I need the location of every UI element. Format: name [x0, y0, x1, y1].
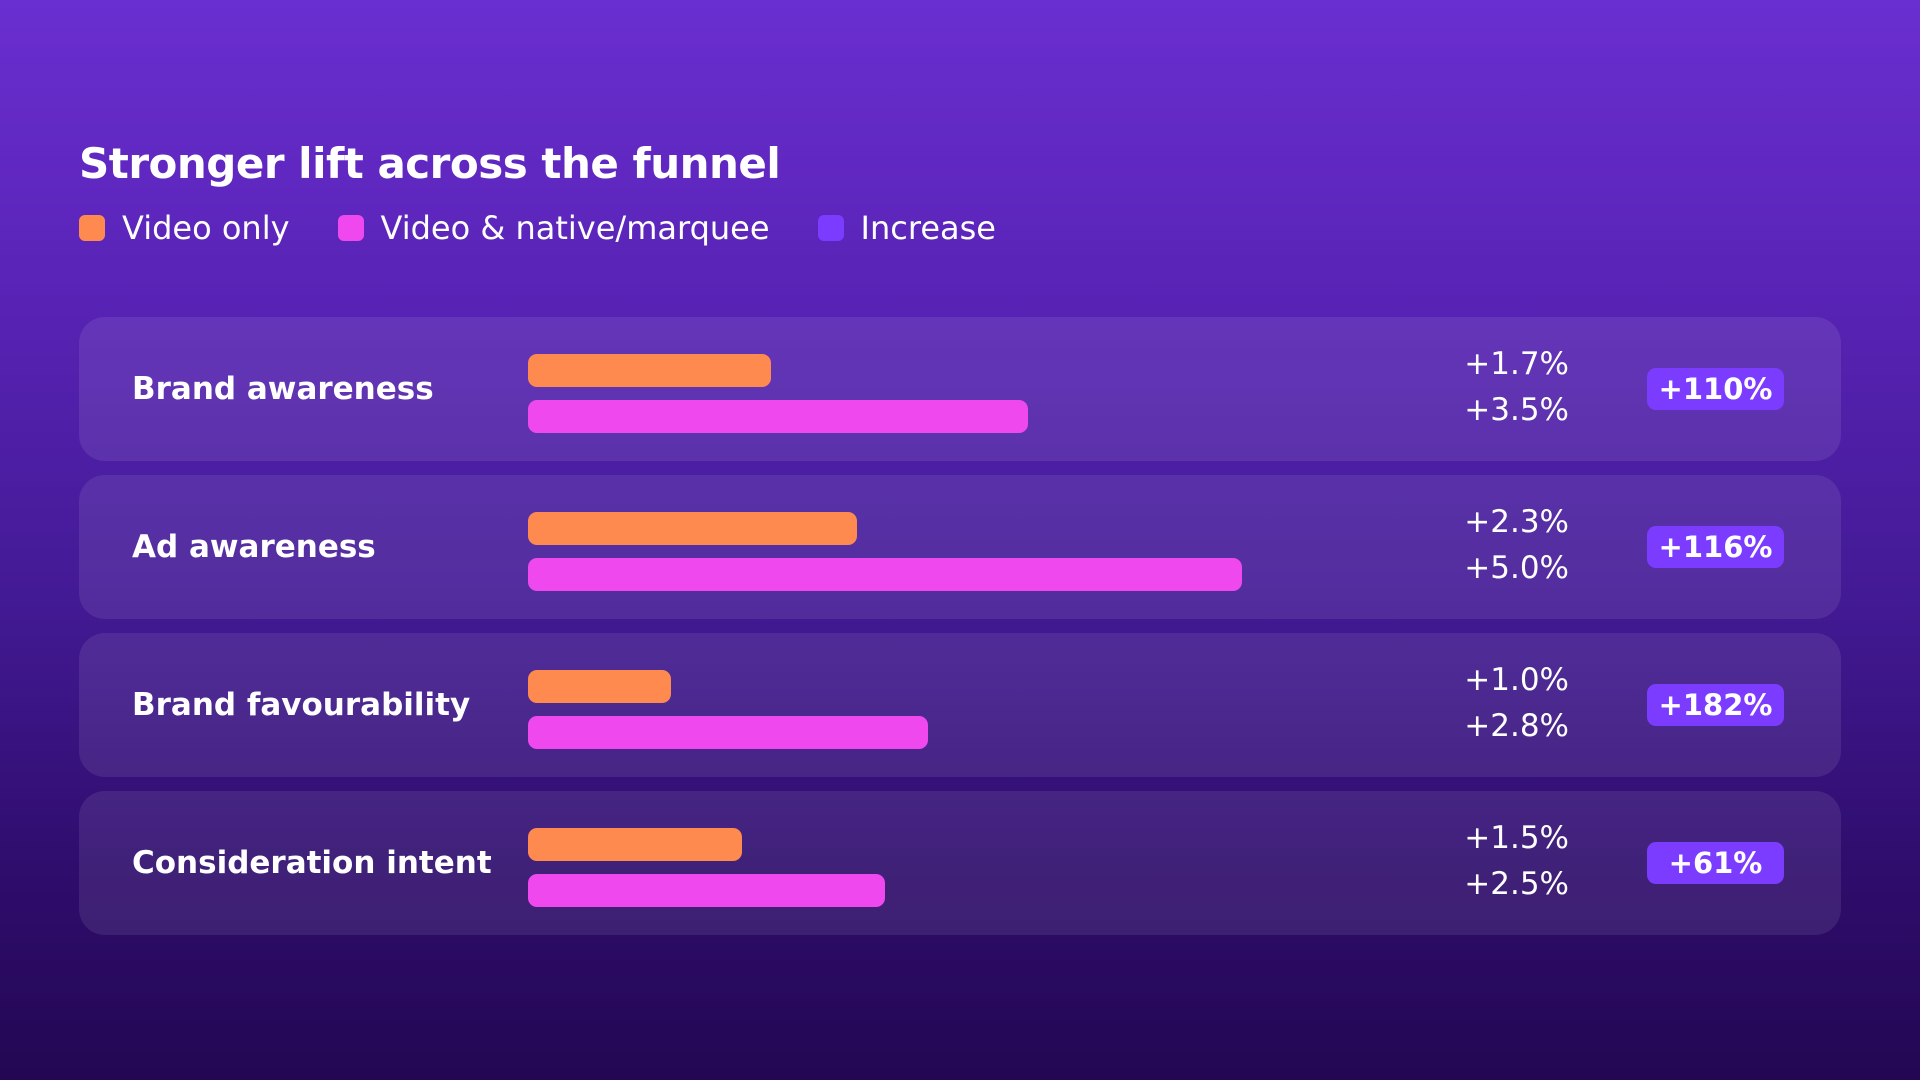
- category-label: Brand favourability: [132, 687, 471, 723]
- legend-swatch-increase: [817, 215, 844, 241]
- increase-badge: +61%: [1647, 842, 1784, 884]
- legend-label-video-only: Video only: [122, 209, 290, 247]
- chart-title: Stronger lift across the funnel: [79, 139, 781, 188]
- increase-badge: +110%: [1647, 368, 1784, 410]
- legend-item-video-native: Video & native/marquee: [337, 208, 770, 248]
- bar-track: [528, 512, 1528, 591]
- bar-video-native: [528, 400, 1028, 433]
- value-label-video-native: +2.5%: [1464, 866, 1569, 902]
- bar-track: [528, 354, 1528, 433]
- row-brand-favourability: Brand favourability +1.0% +2.8% +182%: [79, 633, 1841, 777]
- value-label-video-only: +1.7%: [1464, 346, 1569, 382]
- bar-video-native: [528, 874, 885, 907]
- chart-rows: Brand awareness +1.7% +3.5% +110% Ad awa…: [79, 317, 1841, 949]
- row-brand-awareness: Brand awareness +1.7% +3.5% +110%: [79, 317, 1841, 461]
- value-label-video-native: +2.8%: [1464, 708, 1569, 744]
- legend-label-video-native: Video & native/marquee: [380, 209, 770, 247]
- bar-video-only: [528, 512, 857, 545]
- category-label: Ad awareness: [132, 529, 376, 565]
- bar-video-only: [528, 670, 671, 703]
- bar-video-native: [528, 716, 928, 749]
- legend-swatch-video-native: [337, 215, 364, 241]
- value-labels: +1.7% +3.5%: [1464, 341, 1569, 433]
- legend-item-increase: Increase: [817, 208, 996, 248]
- legend-swatch-video-only: [79, 215, 105, 241]
- bar-track: [528, 670, 1528, 749]
- bar-video-only: [528, 828, 742, 861]
- value-label-video-only: +1.0%: [1464, 662, 1569, 698]
- bar-video-native: [528, 558, 1242, 591]
- bar-video-only: [528, 354, 771, 387]
- category-label: Brand awareness: [132, 371, 434, 407]
- bar-track: [528, 828, 1528, 907]
- value-label-video-native: +3.5%: [1464, 392, 1569, 428]
- category-label: Consideration intent: [132, 845, 492, 881]
- value-labels: +2.3% +5.0%: [1464, 499, 1569, 591]
- value-label-video-native: +5.0%: [1464, 550, 1569, 586]
- legend-item-video-only: Video only: [79, 208, 290, 248]
- row-ad-awareness: Ad awareness +2.3% +5.0% +116%: [79, 475, 1841, 619]
- increase-badge: +116%: [1647, 526, 1784, 568]
- row-consideration-intent: Consideration intent +1.5% +2.5% +61%: [79, 791, 1841, 935]
- legend: Video only Video & native/marquee Increa…: [79, 208, 1044, 248]
- value-label-video-only: +2.3%: [1464, 504, 1569, 540]
- value-labels: +1.5% +2.5%: [1464, 815, 1569, 907]
- increase-badge: +182%: [1647, 684, 1784, 726]
- value-labels: +1.0% +2.8%: [1464, 657, 1569, 749]
- value-label-video-only: +1.5%: [1464, 820, 1569, 856]
- legend-label-increase: Increase: [860, 209, 996, 247]
